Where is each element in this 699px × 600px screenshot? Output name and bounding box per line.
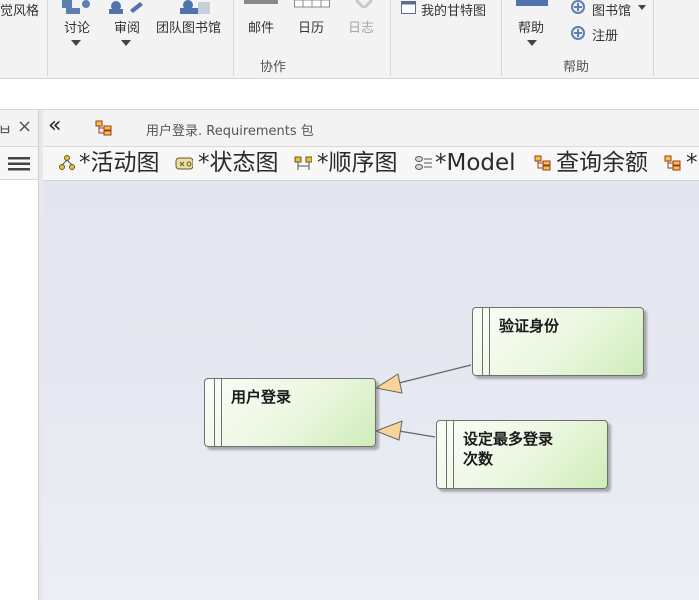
node-label: 验证身份 (499, 317, 560, 335)
diagram-canvas[interactable]: 验证身份 用户登录 设定最多登录 次数 (43, 181, 699, 600)
node-bar (482, 308, 483, 375)
generalization-arrowhead (374, 373, 403, 394)
calendar-icon (294, 0, 330, 8)
discuss-button[interactable]: 讨论 (64, 17, 90, 36)
ribbon-separator (233, 0, 234, 76)
package-diagram-icon (95, 120, 112, 136)
chevron-down-icon[interactable] (638, 5, 646, 10)
left-panel: ㅂ × (0, 110, 39, 600)
node-bar (453, 421, 454, 488)
tab-query-balance[interactable]: 查询余额 (556, 147, 648, 180)
tab-more[interactable]: * (686, 147, 698, 180)
group-label-collaborate: 协作 (260, 60, 287, 75)
help-button[interactable]: 帮助 (518, 17, 544, 36)
register-icon (571, 26, 585, 40)
visual-style-button[interactable]: 觉风格 (0, 0, 39, 19)
review-icon (109, 1, 143, 14)
tab-sequence-diagram[interactable]: *顺序图 (317, 147, 398, 180)
ribbon-separator (501, 0, 502, 76)
mail-icon (244, 0, 278, 4)
chevron-down-icon[interactable] (527, 40, 537, 46)
node-label-line1: 设定最多登录 (463, 430, 554, 448)
chevron-down-icon[interactable] (121, 40, 131, 46)
log-button[interactable]: 日志 (348, 17, 374, 36)
left-panel-toolbar (0, 147, 38, 180)
generalization-arrowhead (374, 420, 403, 441)
library-button[interactable]: 图书馆 (592, 0, 631, 19)
pin-icon[interactable]: ㅂ (0, 119, 12, 140)
model-icon (415, 156, 432, 170)
mail-button[interactable]: 邮件 (248, 17, 274, 36)
node-bar (214, 379, 215, 446)
ribbon-separator (653, 0, 654, 76)
node-bar (446, 421, 447, 488)
package-diagram-icon (664, 155, 681, 171)
node-label-line2: 次数 (463, 450, 494, 468)
team-library-button[interactable]: 团队图书馆 (156, 17, 221, 36)
activity-diagram-icon (59, 155, 75, 170)
collapse-icon[interactable]: « (48, 114, 61, 138)
tab-activity-diagram[interactable]: *活动图 (79, 147, 160, 180)
group-label-help: 帮助 (563, 60, 590, 75)
register-button[interactable]: 注册 (592, 25, 618, 44)
requirement-verify-identity[interactable]: 验证身份 (472, 307, 644, 376)
my-gantt-button[interactable]: 我的甘特图 (421, 0, 486, 19)
toolbar-strip (0, 79, 699, 110)
state-diagram-icon (175, 157, 193, 170)
tab-model[interactable]: *Model (435, 147, 516, 180)
ribbon: 觉风格 讨论 审阅 团队图书馆 邮件 日历 日志 我的甘特图 帮助 图书馆 注册… (0, 0, 699, 78)
diagram-header: « 用户登录. Requirements 包 (43, 110, 699, 147)
close-icon[interactable]: × (17, 118, 32, 136)
node-bar (489, 308, 490, 375)
discuss-icon (62, 0, 90, 14)
package-diagram-icon (534, 155, 551, 171)
team-library-icon (180, 0, 210, 14)
generalization-line[interactable] (398, 364, 472, 384)
requirement-max-login-attempts[interactable]: 设定最多登录 次数 (436, 420, 608, 489)
tab-state-diagram[interactable]: *状态图 (198, 147, 279, 180)
breadcrumb: 用户登录. Requirements 包 (146, 124, 314, 139)
left-panel-header: ㅂ × (0, 110, 38, 147)
node-label: 用户登录 (231, 388, 292, 406)
diagram-tab-bar: *活动图 *状态图 *顺序图 *Model 查询余额 * (43, 147, 699, 181)
review-button[interactable]: 审阅 (114, 17, 140, 36)
library-icon (571, 0, 585, 14)
requirement-user-login[interactable]: 用户登录 (204, 378, 376, 447)
generalization-line[interactable] (398, 430, 436, 438)
node-bar (221, 379, 222, 446)
menu-icon[interactable] (8, 157, 30, 171)
chevron-down-icon[interactable] (71, 40, 81, 46)
gantt-chart-icon (401, 1, 416, 14)
log-icon (354, 0, 374, 8)
sequence-diagram-icon (294, 156, 312, 170)
calendar-button[interactable]: 日历 (298, 17, 324, 36)
ribbon-separator (47, 0, 48, 76)
help-icon (516, 0, 548, 6)
ribbon-separator (390, 0, 391, 76)
